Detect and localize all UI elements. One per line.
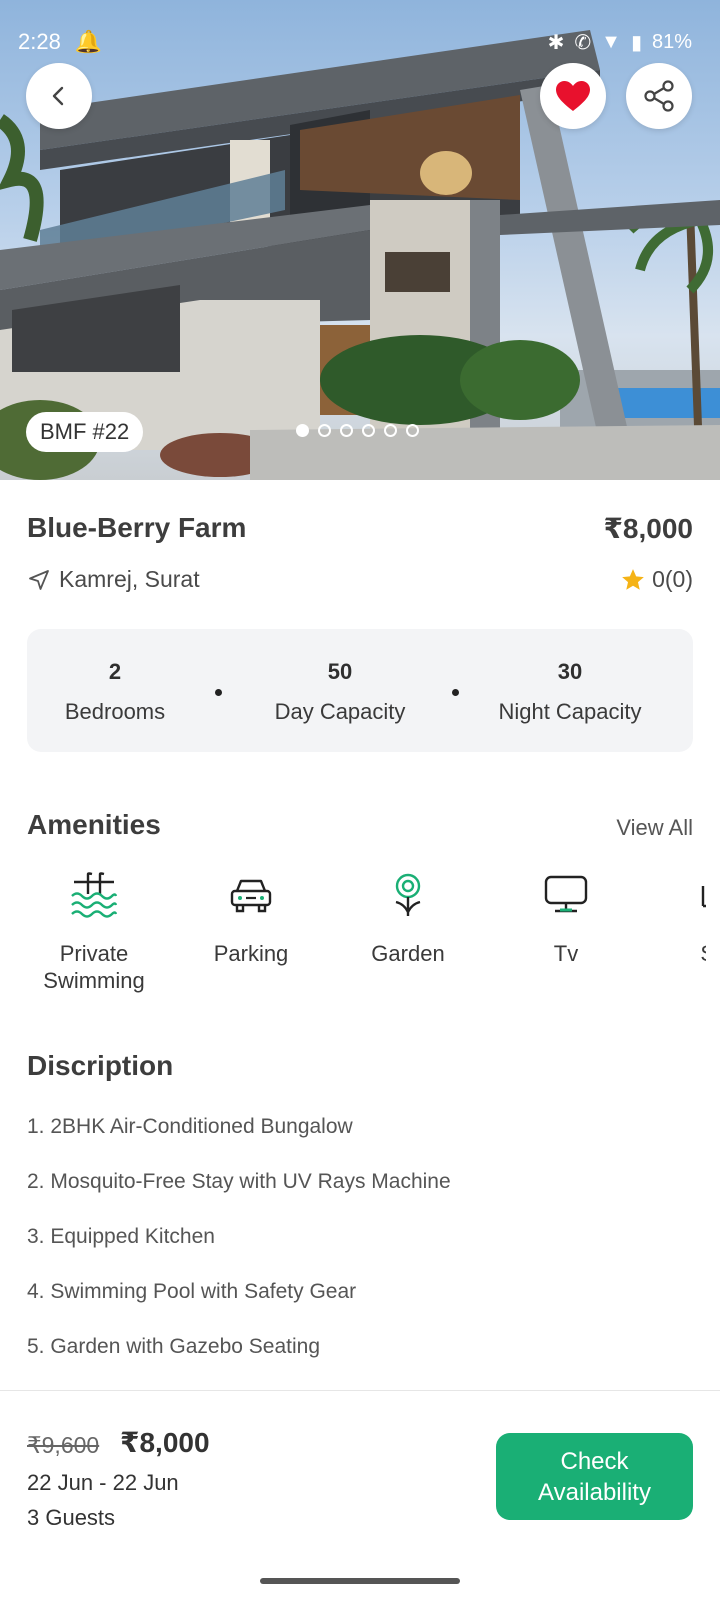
discounted-price: ₹8,000 xyxy=(120,1427,210,1458)
back-button[interactable] xyxy=(26,63,92,129)
swimming-pool-icon xyxy=(71,872,118,918)
property-name: Blue-Berry Farm xyxy=(27,512,247,543)
amenity-item[interactable]: Sofa xyxy=(648,870,706,967)
amenity-item[interactable]: Parking xyxy=(176,870,326,967)
bluetooth-icon: ✱ xyxy=(547,31,565,54)
amenity-item[interactable]: Tv xyxy=(491,870,641,967)
description-item: 2. Mosquito-Free Stay with UV Rays Machi… xyxy=(27,1170,451,1193)
stat-bedrooms: 2 Bedrooms xyxy=(27,659,203,725)
description-item: 3. Equipped Kitchen xyxy=(27,1225,215,1248)
amenities-title: Amenities xyxy=(27,809,161,840)
navigation-arrow-icon xyxy=(29,569,49,590)
stat-label: Night Capacity xyxy=(498,699,642,724)
amenity-item[interactable]: Private Swimming xyxy=(19,870,169,994)
status-bar: 2:28 🔔 ✱ ✆ ▼ ▮ 81% xyxy=(18,26,692,58)
property-location[interactable]: Kamrej, Surat xyxy=(27,566,200,593)
stat-value: 2 xyxy=(108,659,122,684)
description-item: 4. Swimming Pool with Safety Gear xyxy=(27,1280,357,1303)
stat-label: Day Capacity xyxy=(274,699,406,724)
booking-dates[interactable]: 22 Jun - 22 Jun xyxy=(27,1470,179,1496)
carousel-indicator xyxy=(296,424,419,437)
stat-separator xyxy=(452,689,459,696)
property-rating: 0(0) xyxy=(620,566,693,593)
capacity-stats: 2 Bedrooms 50 Day Capacity 30 Night Capa… xyxy=(27,629,693,752)
star-icon xyxy=(622,568,644,590)
status-icons: ✱ ✆ ▼ ▮ 81% xyxy=(548,30,692,55)
signal-icon: ▼ xyxy=(601,30,621,53)
booking-guests[interactable]: 3 Guests xyxy=(27,1505,115,1531)
amenity-label: Garden xyxy=(371,941,445,966)
amenity-label: Sofa xyxy=(648,940,706,967)
property-photo-carousel[interactable]: 2:28 🔔 ✱ ✆ ▼ ▮ 81% BMF #22 xyxy=(0,0,720,480)
share-button[interactable] xyxy=(626,63,692,129)
carousel-dot[interactable] xyxy=(318,424,331,437)
stat-day-capacity: 50 Day Capacity xyxy=(247,659,433,725)
carousel-dot[interactable] xyxy=(406,424,419,437)
carousel-dot[interactable] xyxy=(340,424,353,437)
wifi-call-icon: ✆ xyxy=(574,31,592,54)
favorite-button[interactable] xyxy=(540,63,606,129)
description-item: 1. 2BHK Air-Conditioned Bungalow xyxy=(27,1115,353,1138)
stat-separator xyxy=(215,689,222,696)
carousel-dot[interactable] xyxy=(384,424,397,437)
check-availability-button[interactable]: Check Availability xyxy=(496,1433,693,1520)
status-time: 2:28 xyxy=(18,29,61,54)
stat-value: 50 xyxy=(327,659,353,684)
stat-label: Bedrooms xyxy=(64,699,166,724)
rating-text: 0(0) xyxy=(652,566,693,592)
battery-icon: ▮ xyxy=(630,31,642,54)
heart-icon xyxy=(556,81,590,111)
stat-night-capacity: 30 Night Capacity xyxy=(482,659,658,725)
description-list: 1. 2BHK Air-Conditioned Bungalow 2. Mosq… xyxy=(27,1113,451,1388)
sofa-icon xyxy=(701,886,706,908)
property-code-badge: BMF #22 xyxy=(26,412,144,452)
property-price: ₹8,000 xyxy=(603,513,693,544)
carousel-dot[interactable] xyxy=(362,424,375,437)
property-photo xyxy=(0,30,720,480)
home-indicator[interactable] xyxy=(260,1578,460,1584)
amenity-item[interactable]: Garden xyxy=(333,870,483,967)
amenity-label: Private Swimming xyxy=(43,941,145,993)
description-title: Discription xyxy=(27,1050,174,1081)
description-item: 5. Garden with Gazebo Seating xyxy=(27,1335,321,1358)
stat-value: 30 xyxy=(557,659,583,684)
amenities-list[interactable]: Private Swimming Parking Garden Tv xyxy=(0,870,706,1000)
amenity-label: Tv xyxy=(553,941,579,966)
car-icon xyxy=(230,879,272,913)
amenity-label: Parking xyxy=(213,941,289,966)
notification-bell-icon: 🔔 xyxy=(74,29,103,54)
carousel-dot[interactable] xyxy=(296,424,309,437)
flower-icon xyxy=(395,873,421,916)
battery-percent: 81% xyxy=(651,30,692,53)
view-all-link[interactable]: View All xyxy=(616,815,693,841)
chevron-left-icon xyxy=(52,86,64,106)
share-icon xyxy=(644,80,674,112)
original-price: ₹9,600 xyxy=(27,1432,100,1458)
tv-icon xyxy=(544,875,588,913)
location-text: Kamrej, Surat xyxy=(59,566,200,592)
bottom-divider xyxy=(0,1390,720,1391)
